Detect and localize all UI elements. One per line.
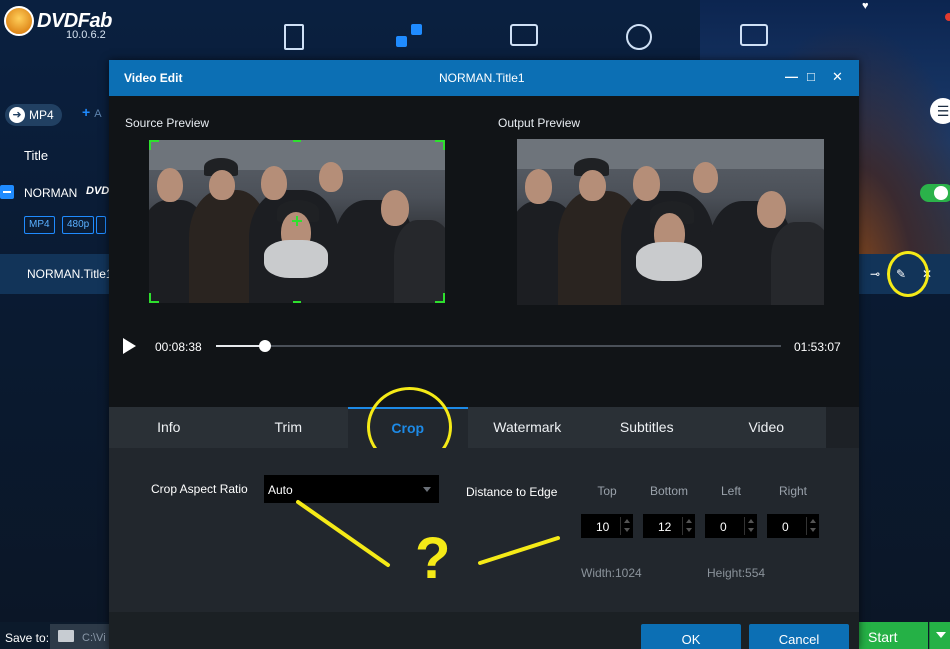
decrement-icon[interactable] <box>748 528 754 532</box>
dialog-footer: OK Cancel <box>109 612 859 649</box>
crop-handle-bottom-left[interactable] <box>149 293 159 303</box>
crop-aspect-ratio-label: Crop Aspect Ratio <box>151 482 248 496</box>
title-name: NORMAN <box>24 186 78 200</box>
decrement-icon[interactable] <box>686 528 692 532</box>
title-row[interactable]: NORMAN DVD MP4 480p <box>0 175 110 245</box>
ok-button[interactable]: OK <box>641 624 741 649</box>
increment-icon[interactable] <box>748 519 754 523</box>
left-stepper[interactable]: 0 <box>705 514 757 538</box>
cancel-button[interactable]: Cancel <box>749 624 849 649</box>
selected-title-name: NORMAN.Title1 <box>27 267 113 281</box>
save-to-label: Save to: <box>5 631 50 645</box>
audio-chip[interactable] <box>96 216 106 234</box>
bottom-stepper[interactable]: 12 <box>643 514 695 538</box>
start-dropdown-chevron-icon[interactable] <box>929 622 950 649</box>
play-icon[interactable] <box>123 338 136 354</box>
title-column-header: Title <box>24 148 49 163</box>
toggle-switch[interactable] <box>920 184 950 202</box>
crop-settings-panel: Crop Aspect Ratio Auto Distance to Edge … <box>109 448 859 612</box>
notification-dot <box>945 13 950 21</box>
chevron-down-icon <box>423 487 431 492</box>
copy-icon[interactable] <box>284 24 304 50</box>
height-readout: Height:554 <box>707 566 766 580</box>
disc-icon[interactable] <box>626 24 652 50</box>
save-path-field[interactable]: C:\Vi <box>50 624 112 649</box>
crop-aspect-ratio-select[interactable]: Auto <box>264 475 439 503</box>
add-hint: A <box>94 108 102 120</box>
tab-subtitles[interactable]: Subtitles <box>587 407 707 448</box>
output-preview-label: Output Preview <box>498 116 581 130</box>
link-icon[interactable]: ⊸ <box>866 265 884 283</box>
tab-watermark[interactable]: Watermark <box>467 407 587 448</box>
total-time: 01:53:07 <box>794 340 841 354</box>
minimize-icon[interactable]: — <box>785 69 798 84</box>
top-value: 10 <box>596 520 610 534</box>
edit-tabs: Info Trim Crop Watermark Subtitles Video <box>109 407 859 448</box>
left-value: 0 <box>720 520 727 534</box>
increment-icon[interactable] <box>686 519 692 523</box>
format-chip[interactable]: MP4 <box>24 216 55 234</box>
source-preview-image[interactable] <box>149 140 445 303</box>
edge-label-top: Top <box>597 484 617 498</box>
toolbox-icon[interactable] <box>740 24 768 46</box>
top-stepper[interactable]: 10 <box>581 514 633 538</box>
save-path-value: C:\Vi <box>82 632 106 644</box>
decrement-icon[interactable] <box>624 528 630 532</box>
annotation-question-mark: ? <box>415 526 451 591</box>
increment-icon[interactable] <box>624 519 630 523</box>
edge-label-bottom: Bottom <box>649 484 688 498</box>
list-menu-icon[interactable]: ☰ <box>930 98 950 124</box>
crop-handle-top-right[interactable] <box>435 140 445 150</box>
profile-selector[interactable]: ➜ MP4 <box>5 104 62 126</box>
resolution-chip[interactable]: 480p <box>62 216 95 234</box>
crowd-scene <box>517 139 824 305</box>
edge-label-left: Left <box>720 484 741 498</box>
collapse-toggle-icon[interactable] <box>0 185 14 199</box>
maximize-icon[interactable]: □ <box>807 69 815 84</box>
tab-trim[interactable]: Trim <box>228 407 348 448</box>
start-button[interactable]: Start <box>858 622 928 649</box>
seek-handle[interactable] <box>259 340 272 352</box>
close-icon[interactable]: ✕ <box>832 69 843 85</box>
right-value: 0 <box>782 520 789 534</box>
video-edit-dialog: Video Edit NORMAN.Title1 — □ ✕ Source Pr… <box>109 60 859 649</box>
output-preview-image <box>517 139 824 305</box>
distance-to-edge-label: Distance to Edge <box>466 485 558 499</box>
crop-handle-top[interactable] <box>293 140 301 142</box>
heart-icon[interactable]: ♥ <box>862 0 869 12</box>
profile-label: MP4 <box>29 108 54 122</box>
tab-info[interactable]: Info <box>109 407 229 448</box>
seek-bar[interactable] <box>216 340 781 352</box>
dialog-subtitle: NORMAN.Title1 <box>439 71 525 85</box>
edge-label-right: Right <box>778 484 807 498</box>
add-button[interactable]: + A <box>82 104 102 120</box>
crop-handle-bottom[interactable] <box>293 301 301 303</box>
convert-icon[interactable] <box>396 24 422 50</box>
preview-area: Source Preview Output Preview 00:08:38 0… <box>109 96 859 407</box>
width-readout: Width:1024 <box>581 566 642 580</box>
right-stepper[interactable]: 0 <box>767 514 819 538</box>
crop-center-icon[interactable] <box>292 216 302 226</box>
aspect-ratio-value: Auto <box>268 483 293 497</box>
dialog-titlebar[interactable]: Video Edit NORMAN.Title1 — □ ✕ <box>109 60 859 96</box>
mascot-icon <box>4 6 34 36</box>
dialog-title: Video Edit <box>124 71 183 85</box>
window-controls: ♥ <box>862 0 869 12</box>
app-version: 10.0.6.2 <box>66 29 106 41</box>
current-time: 00:08:38 <box>155 340 202 354</box>
folder-icon[interactable] <box>58 630 74 642</box>
plus-icon: + <box>82 104 91 120</box>
source-preview-label: Source Preview <box>125 116 210 130</box>
edit-highlight-circle <box>887 251 929 297</box>
crop-handle-bottom-right[interactable] <box>435 293 445 303</box>
video-icon[interactable] <box>510 24 538 46</box>
crop-handle-top-left[interactable] <box>149 140 159 150</box>
seek-progress <box>216 345 266 347</box>
arrow-right-icon: ➜ <box>9 107 25 123</box>
increment-icon[interactable] <box>810 519 816 523</box>
tab-video[interactable]: Video <box>706 407 826 448</box>
bottom-value: 12 <box>658 520 672 534</box>
dvd-badge: DVD <box>86 185 110 197</box>
decrement-icon[interactable] <box>810 528 816 532</box>
